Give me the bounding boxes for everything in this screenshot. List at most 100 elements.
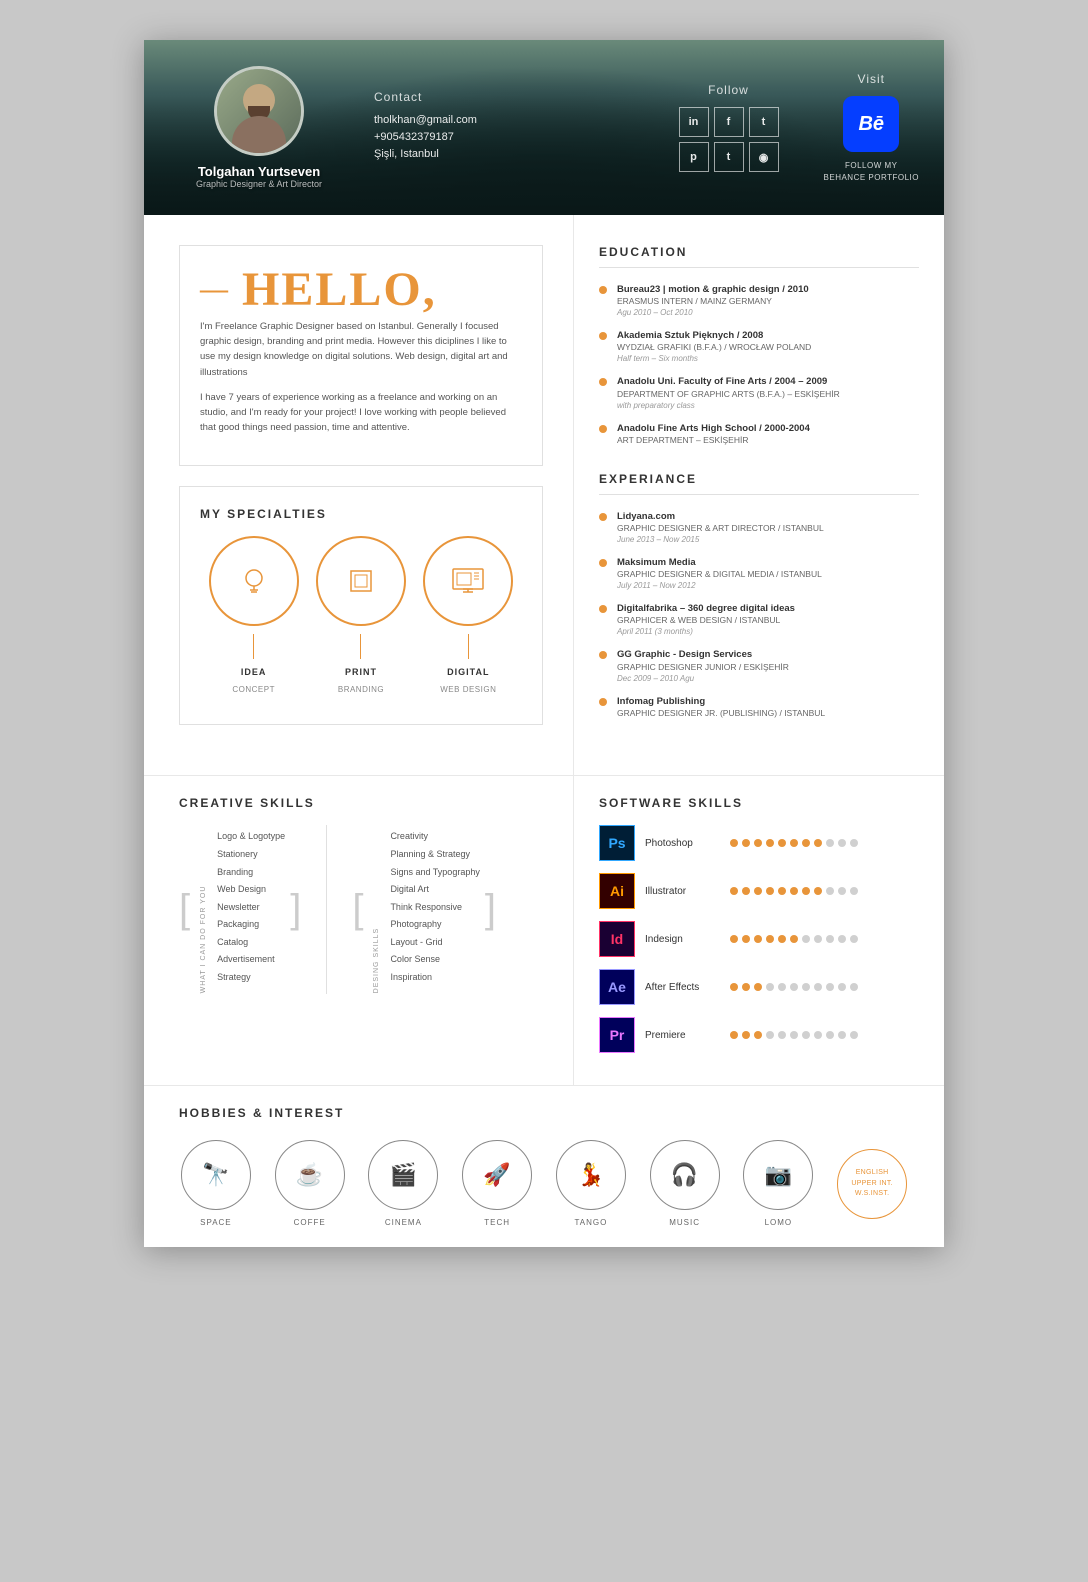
edu-date-1: Half term – Six months	[617, 354, 919, 363]
dot	[838, 887, 846, 895]
person-title: Graphic Designer & Art Director	[196, 179, 322, 189]
hello-text: HELLO,	[242, 266, 437, 314]
pinterest-icon[interactable]: p	[679, 142, 709, 172]
exp-subtitle-2: GRAPHICER & WEB DESIGN / ISTANBUL	[617, 615, 919, 627]
twitter-icon[interactable]: t	[749, 107, 779, 137]
exp-subtitle-1: GRAPHIC DESIGNER & DIGITAL MEDIA / ISTAN…	[617, 569, 919, 581]
bracket-right-2: ]	[485, 825, 496, 993]
dot	[814, 1031, 822, 1039]
id-dots	[730, 935, 858, 943]
skill-item: Newsletter	[217, 901, 285, 914]
edu-content-1: Akademia Sztuk Pięknych / 2008 WYDZIAŁ G…	[617, 329, 919, 363]
lomo-icon: 📷	[743, 1140, 813, 1210]
linkedin-icon[interactable]: in	[679, 107, 709, 137]
hobby-english: ENGLISH UPPER INT. W.S.INST.	[837, 1149, 907, 1219]
dot	[838, 983, 846, 991]
exp-item-3: GG Graphic - Design Services GRAPHIC DES…	[599, 648, 919, 682]
bottom-row: CREATIVE SKILLS [ WHAT I CAN DO FOR YOU …	[144, 775, 944, 1085]
dot	[814, 983, 822, 991]
location: Şişli, Istanbul	[374, 148, 629, 160]
exp-title-4: Infomag Publishing	[617, 695, 919, 708]
specialty-sublabel-idea: CONCEPT	[232, 685, 275, 694]
social-grid: in f t p t ◉	[679, 107, 779, 172]
skills-list-col1: Logo & Logotype Stationery Branding Web …	[217, 825, 285, 993]
dot	[790, 887, 798, 895]
coffee-icon: ☕	[275, 1140, 345, 1210]
instagram-icon[interactable]: ◉	[749, 142, 779, 172]
exp-title-3: GG Graphic - Design Services	[617, 648, 919, 661]
skill-item: Stationery	[217, 848, 285, 861]
dot	[742, 839, 750, 847]
specialty-circle-print	[316, 536, 406, 626]
tango-icon: 💃	[556, 1140, 626, 1210]
behance-button[interactable]: Bē	[843, 96, 899, 152]
english-line3: W.S.INST.	[855, 1189, 890, 1200]
edu-content-2: Anadolu Uni. Faculty of Fine Arts / 2004…	[617, 375, 919, 409]
hello-section: — HELLO, I'm Freelance Graphic Designer …	[179, 245, 543, 466]
dot	[850, 1031, 858, 1039]
hello-para2: I have 7 years of experience working as …	[200, 390, 522, 436]
specialty-circle-idea	[209, 536, 299, 626]
pr-dots	[730, 1031, 858, 1039]
cinema-label: CINEMA	[385, 1218, 422, 1227]
exp-bullet-4	[599, 698, 607, 706]
bracket-right: ]	[290, 825, 301, 993]
dot	[802, 839, 810, 847]
tango-label: TANGO	[574, 1218, 607, 1227]
facebook-icon[interactable]: f	[714, 107, 744, 137]
edu-subtitle-1: WYDZIAŁ GRAFIKI (B.F.A.) / WROCŁAW POLAN…	[617, 342, 919, 354]
header-section: Tolgahan Yurtseven Graphic Designer & Ar…	[144, 40, 944, 215]
skills-col1: [ WHAT I CAN DO FOR YOU Logo & Logotype …	[179, 825, 301, 993]
specialty-line-idea	[253, 634, 254, 659]
hobbies-title: HOBBIES & INTEREST	[179, 1106, 909, 1120]
tumblr-icon[interactable]: t	[714, 142, 744, 172]
pr-name: Premiere	[645, 1030, 720, 1041]
dot	[826, 935, 834, 943]
skill-item: Photography	[390, 918, 479, 931]
exp-content-1: Maksimum Media GRAPHIC DESIGNER & DIGITA…	[617, 556, 919, 590]
exp-subtitle-4: GRAPHIC DESIGNER JR. (PUBLISHING) / ISTA…	[617, 708, 919, 720]
bracket-left-2: [	[352, 825, 363, 993]
exp-bullet-0	[599, 513, 607, 521]
tech-label: TECH	[484, 1218, 510, 1227]
specialty-sublabel-digital: WEB DESIGN	[440, 685, 496, 694]
exp-title-0: Lidyana.com	[617, 510, 919, 523]
dot	[730, 935, 738, 943]
ae-icon: Ae	[599, 969, 635, 1005]
behance-follow-text: FOLLOW MYBEHANCE PORTFOLIO	[824, 160, 919, 182]
ae-name: After Effects	[645, 982, 720, 993]
exp-item-0: Lidyana.com GRAPHIC DESIGNER & ART DIREC…	[599, 510, 919, 544]
exp-title-2: Digitalfabrika – 360 degree digital idea…	[617, 602, 919, 615]
ai-dots	[730, 887, 858, 895]
specialty-label-idea: IDEA	[241, 667, 267, 677]
exp-date-3: Dec 2009 – 2010 Agu	[617, 674, 919, 683]
dot	[826, 839, 834, 847]
skill-item: Branding	[217, 866, 285, 879]
creative-skills-title: CREATIVE SKILLS	[179, 796, 543, 810]
edu-item-0: Bureau23 | motion & graphic design / 201…	[599, 283, 919, 317]
skill-item: Packaging	[217, 918, 285, 931]
bullet-2	[599, 378, 607, 386]
specialties-icons: IDEA CONCEPT PRINT BRANDING	[200, 536, 522, 694]
bracket-left: [	[179, 825, 190, 993]
dot	[814, 887, 822, 895]
dot	[754, 887, 762, 895]
specialty-line-digital	[468, 634, 469, 659]
main-content: — HELLO, I'm Freelance Graphic Designer …	[144, 215, 944, 775]
right-column: EDUCATION Bureau23 | motion & graphic de…	[574, 215, 944, 775]
skills-col2: [ DESING SKILLS Creativity Planning & St…	[352, 825, 496, 993]
edu-content-0: Bureau23 | motion & graphic design / 201…	[617, 283, 919, 317]
exp-item-4: Infomag Publishing GRAPHIC DESIGNER JR. …	[599, 695, 919, 720]
dot	[838, 1031, 846, 1039]
bracket-left-2-symbol: [	[352, 889, 363, 929]
dot	[790, 1031, 798, 1039]
edu-item-3: Anadolu Fine Arts High School / 2000-200…	[599, 422, 919, 447]
hobby-tango: 💃 TANGO	[556, 1140, 626, 1227]
specialties-section: MY SPECIALTIES IDEA	[179, 486, 543, 725]
space-label: SPACE	[200, 1218, 232, 1227]
dot	[778, 1031, 786, 1039]
dot	[730, 983, 738, 991]
hobby-cinema: 🎬 CINEMA	[368, 1140, 438, 1227]
dot	[802, 887, 810, 895]
exp-item-2: Digitalfabrika – 360 degree digital idea…	[599, 602, 919, 636]
